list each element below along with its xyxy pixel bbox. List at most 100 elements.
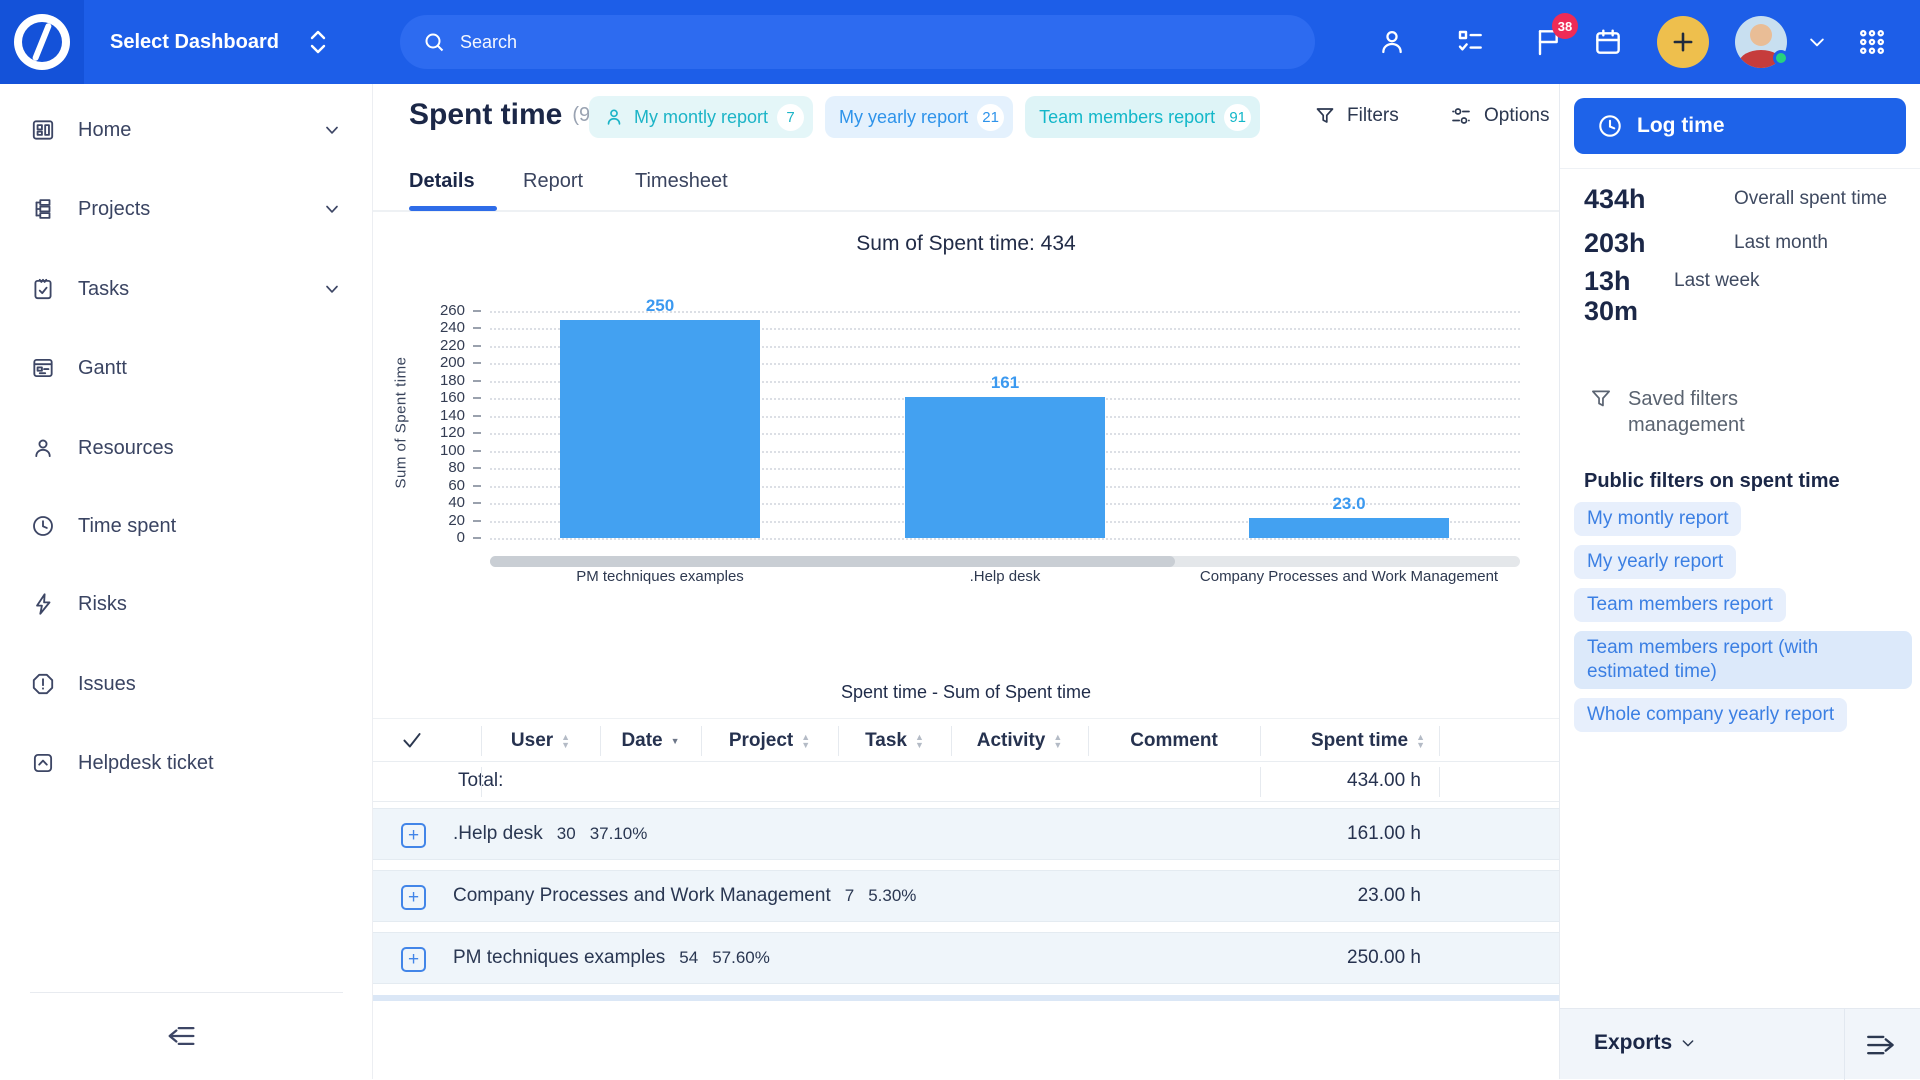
check-column-icon[interactable]: [399, 727, 425, 753]
sort-arrows-icon: ▲▼: [801, 733, 810, 749]
chart-scrollbar-thumb[interactable]: [490, 556, 1175, 567]
saved-filters-management-link[interactable]: Saved filters management: [1588, 386, 1798, 438]
todo-list-icon[interactable]: [1450, 22, 1490, 62]
user-profile-icon[interactable]: [1372, 22, 1412, 62]
options-sliders-icon: [1448, 104, 1474, 128]
sidebar-item-resources[interactable]: Resources: [0, 426, 373, 470]
sidebar-item-label: Time spent: [78, 515, 176, 538]
public-filter-pill-5[interactable]: Whole company yearly report: [1574, 698, 1847, 732]
ticket-icon: [30, 750, 56, 776]
chart-bar-1[interactable]: [560, 320, 760, 538]
chip-count-badge: 91: [1224, 104, 1251, 131]
bar-value-label: 250: [560, 296, 760, 316]
chart-bar-3[interactable]: [1249, 518, 1449, 538]
saved-filter-chip-1[interactable]: My montly report7: [589, 96, 813, 138]
sidebar-divider: [30, 992, 343, 993]
expand-row-button[interactable]: +: [401, 885, 426, 910]
filter-funnel-icon: [1588, 386, 1614, 438]
active-tab-underline: [409, 206, 497, 211]
expand-row-button[interactable]: +: [401, 823, 426, 848]
app-logo[interactable]: [0, 0, 84, 84]
search-icon: [422, 30, 446, 54]
row-project-cell: PM techniques examples5457.60%: [453, 947, 770, 969]
column-header-date[interactable]: Date ▼: [600, 719, 701, 763]
table-header-row: User▲▼Date▼Project▲▼Task▲▼Activity▲▼Comm…: [373, 718, 1559, 762]
sort-arrows-icon: ▲▼: [561, 733, 570, 749]
tab-timesheet[interactable]: Timesheet: [635, 170, 728, 193]
public-filter-pill-1[interactable]: My montly report: [1574, 502, 1741, 536]
sidebar-item-home[interactable]: Home: [0, 108, 373, 152]
sidebar-collapse-button[interactable]: [156, 1014, 204, 1058]
sidebar-item-issues[interactable]: Issues: [0, 662, 373, 706]
sidebar-item-tasks[interactable]: Tasks: [0, 267, 373, 311]
table-row-2: +Company Processes and Work Management75…: [373, 870, 1559, 922]
stat-label: Overall spent time: [1734, 184, 1900, 214]
person-icon: [603, 106, 625, 128]
log-time-button[interactable]: Log time: [1574, 98, 1906, 154]
person-icon: [30, 435, 56, 461]
chart-horizontal-scrollbar[interactable]: [490, 556, 1520, 567]
dashboard-selector[interactable]: Select Dashboard: [110, 0, 329, 84]
row-percent: 5.30%: [868, 886, 916, 906]
sidebar-item-label: Projects: [78, 198, 150, 221]
options-button[interactable]: Options: [1448, 104, 1549, 128]
y-axis-tick-label: 20: [405, 512, 465, 529]
public-filter-pill-2[interactable]: My yearly report: [1574, 545, 1736, 579]
exports-button[interactable]: Exports: [1594, 1031, 1696, 1055]
sidebar-item-helpdesk[interactable]: Helpdesk ticket: [0, 741, 373, 785]
chevron-down-icon: [1680, 1035, 1696, 1051]
y-axis-tick-label: 120: [405, 424, 465, 441]
column-header-task[interactable]: Task▲▼: [838, 719, 951, 763]
table-row-1: +.Help desk3037.10%161.00 h: [373, 808, 1559, 860]
dashboard-icon: [30, 117, 56, 143]
search-input[interactable]: [460, 32, 1293, 53]
filters-button[interactable]: Filters: [1313, 104, 1399, 128]
row-entry-count: 7: [845, 886, 854, 906]
panel-collapse-arrow-button[interactable]: [1856, 1025, 1908, 1065]
row-spent-hours: 23.00 h: [1358, 885, 1421, 907]
time-stats: 434hOverall spent time203hLast month13h …: [1584, 184, 1900, 340]
stat-value: 203h: [1584, 228, 1734, 258]
column-header-user[interactable]: User▲▼: [481, 719, 600, 763]
chart-bar-2[interactable]: [905, 397, 1105, 538]
sidebar-item-label: Resources: [78, 437, 174, 460]
calendar-icon[interactable]: [1588, 22, 1628, 62]
column-header-activity[interactable]: Activity▲▼: [951, 719, 1088, 763]
column-header-label: Date: [621, 730, 662, 752]
column-header-label: Spent time: [1311, 730, 1408, 752]
y-axis-tick-mark: [473, 415, 481, 417]
y-axis-tick-mark: [473, 345, 481, 347]
saved-filter-chip-2[interactable]: My yearly report 21: [825, 96, 1013, 138]
tab-report[interactable]: Report: [523, 170, 583, 193]
profile-chevron-down-icon[interactable]: [1797, 22, 1837, 62]
y-axis-tick-label: 0: [405, 529, 465, 546]
column-header-spent-time[interactable]: Spent time▲▼: [1260, 719, 1439, 763]
sidebar-item-label: Issues: [78, 673, 136, 696]
sidebar-item-gantt[interactable]: Gantt: [0, 346, 373, 390]
chip-label: My montly report: [634, 107, 768, 128]
sidebar-item-projects[interactable]: Projects: [0, 187, 373, 231]
tab-details[interactable]: Details: [409, 170, 475, 193]
column-header-project[interactable]: Project▲▼: [701, 719, 838, 763]
public-filter-pill-4[interactable]: Team members report (with estimated time…: [1574, 631, 1912, 689]
chip-label: My yearly report: [839, 107, 968, 128]
quick-add-button[interactable]: [1657, 16, 1709, 68]
sidebar-item-risks[interactable]: Risks: [0, 582, 373, 626]
chevron-down-icon: [322, 279, 342, 299]
saved-filter-chip-3[interactable]: Team members report91: [1025, 96, 1260, 138]
stat-row-3: 13h 30mLast week: [1584, 266, 1900, 326]
y-axis-tick-mark: [473, 450, 481, 452]
x-axis-category-label: Company Processes and Work Management: [1139, 568, 1559, 585]
log-time-label: Log time: [1637, 114, 1725, 138]
notification-count-badge: 38: [1552, 13, 1578, 39]
public-filter-pill-3[interactable]: Team members report: [1574, 588, 1786, 622]
y-axis-tick-label: 60: [405, 477, 465, 494]
expand-row-button[interactable]: +: [401, 947, 426, 972]
chip-count-badge: 21: [977, 104, 1004, 131]
apps-grid-icon[interactable]: [1852, 22, 1892, 62]
flag-notifications-icon[interactable]: 38: [1528, 22, 1568, 62]
sidebar-item-timespent[interactable]: Time spent: [0, 504, 373, 548]
exports-bar: Exports: [1560, 1008, 1920, 1079]
sort-arrow-down-icon: ▼: [671, 737, 680, 745]
table-total-row: Total: 434.00 h: [373, 762, 1559, 802]
